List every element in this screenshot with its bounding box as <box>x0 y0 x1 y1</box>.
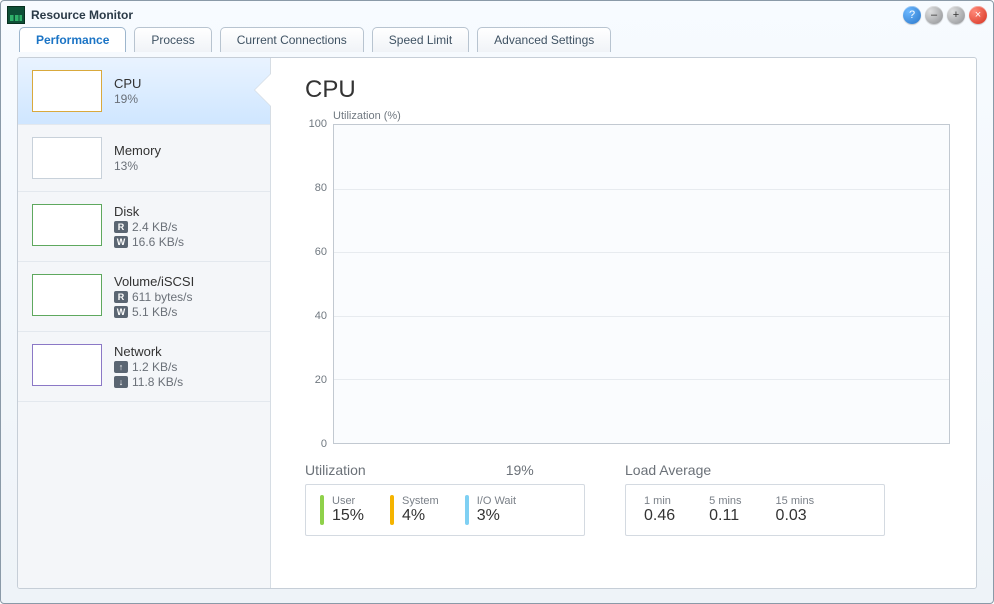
metric-io-wait: I/O Wait 3% <box>465 495 516 525</box>
upload-badge-icon: ↑ <box>114 361 128 373</box>
window-title: Resource Monitor <box>31 8 133 22</box>
memory-thumb-icon <box>32 137 102 179</box>
metric-system: System 4% <box>390 495 439 525</box>
metric-label: I/O Wait <box>477 495 516 507</box>
load-1min: 1 min 0.46 <box>644 495 675 525</box>
metric-value: 0.03 <box>776 507 815 525</box>
volume-write-value: 5.1 KB/s <box>132 305 177 319</box>
main-panel: CPU Utilization (%) 100 80 60 40 20 0 <box>271 58 976 588</box>
metric-label: User <box>332 495 364 507</box>
disk-write-value: 16.6 KB/s <box>132 235 184 249</box>
sidebar-item-label: Network <box>114 344 183 359</box>
disk-thumb-icon <box>32 204 102 246</box>
network-down-row: ↓ 11.8 KB/s <box>114 375 183 389</box>
metric-value: 15% <box>332 507 364 525</box>
utilization-box: User 15% System 4% <box>305 484 585 536</box>
read-badge-icon: R <box>114 291 128 303</box>
download-badge-icon: ↓ <box>114 376 128 388</box>
load-5min: 5 mins 0.11 <box>709 495 741 525</box>
disk-read-row: R 2.4 KB/s <box>114 220 184 234</box>
metric-label: 15 mins <box>776 495 815 507</box>
close-button[interactable]: × <box>969 6 987 24</box>
y-tick: 100 <box>309 118 327 130</box>
metric-label: 5 mins <box>709 495 741 507</box>
y-tick: 20 <box>315 374 327 386</box>
sidebar-item-network[interactable]: Network ↑ 1.2 KB/s ↓ 11.8 KB/s <box>18 332 270 402</box>
minimize-button[interactable]: – <box>925 6 943 24</box>
utilization-heading: Utilization <box>305 462 366 478</box>
load-average-heading: Load Average <box>625 462 711 478</box>
volume-write-row: W 5.1 KB/s <box>114 305 194 319</box>
sidebar-item-volume[interactable]: Volume/iSCSI R 611 bytes/s W 5.1 KB/s <box>18 262 270 332</box>
tab-label: Advanced Settings <box>494 33 594 47</box>
tab-current-connections[interactable]: Current Connections <box>220 27 364 52</box>
tab-bar: Performance Process Current Connections … <box>1 27 993 52</box>
sidebar-item-value: 19% <box>114 92 141 106</box>
y-tick: 80 <box>315 182 327 194</box>
titlebar: Resource Monitor ? – + × <box>1 1 993 29</box>
tab-advanced-settings[interactable]: Advanced Settings <box>477 27 611 52</box>
app-icon <box>7 6 25 24</box>
network-down-value: 11.8 KB/s <box>132 375 183 389</box>
sidebar-item-label: Volume/iSCSI <box>114 274 194 289</box>
sidebar-item-label: Memory <box>114 143 161 158</box>
help-button[interactable]: ? <box>903 6 921 24</box>
stats-row: Utilization 19% User 15% <box>305 462 950 536</box>
io-color-icon <box>465 495 469 525</box>
sidebar-item-label: Disk <box>114 204 184 219</box>
sidebar-item-memory[interactable]: Memory 13% <box>18 125 270 192</box>
user-color-icon <box>320 495 324 525</box>
network-up-row: ↑ 1.2 KB/s <box>114 360 183 374</box>
metric-value: 4% <box>402 507 439 525</box>
tab-label: Process <box>151 33 194 47</box>
disk-write-row: W 16.6 KB/s <box>114 235 184 249</box>
sidebar-item-label: CPU <box>114 76 141 91</box>
system-color-icon <box>390 495 394 525</box>
y-axis-ticks: 100 80 60 40 20 0 <box>305 124 331 444</box>
tab-speed-limit[interactable]: Speed Limit <box>372 27 469 52</box>
metric-value: 3% <box>477 507 516 525</box>
cpu-utilization-chart: 100 80 60 40 20 0 <box>305 124 950 444</box>
utilization-block: Utilization 19% User 15% <box>305 462 585 536</box>
metric-user: User 15% <box>320 495 364 525</box>
metric-label: System <box>402 495 439 507</box>
resource-monitor-window: Resource Monitor ? – + × Performance Pro… <box>0 0 994 604</box>
chart-y-axis-label: Utilization (%) <box>333 110 950 122</box>
volume-read-value: 611 bytes/s <box>132 290 192 304</box>
page-title: CPU <box>305 76 950 104</box>
write-badge-icon: W <box>114 236 128 248</box>
maximize-button[interactable]: + <box>947 6 965 24</box>
volume-read-row: R 611 bytes/s <box>114 290 194 304</box>
tab-label: Current Connections <box>237 33 347 47</box>
load-average-block: Load Average 1 min 0.46 5 mins 0.11 15 m… <box>625 462 885 536</box>
sidebar-item-disk[interactable]: Disk R 2.4 KB/s W 16.6 KB/s <box>18 192 270 262</box>
metric-value: 0.46 <box>644 507 675 525</box>
tab-label: Performance <box>36 33 109 47</box>
utilization-total: 19% <box>506 462 534 478</box>
tab-performance[interactable]: Performance <box>19 27 126 52</box>
disk-read-value: 2.4 KB/s <box>132 220 177 234</box>
write-badge-icon: W <box>114 306 128 318</box>
content-panel: CPU 19% Memory 13% Disk R 2.4 KB/s <box>17 57 977 589</box>
metric-value: 0.11 <box>709 507 741 525</box>
read-badge-icon: R <box>114 221 128 233</box>
y-tick: 0 <box>321 438 327 450</box>
y-tick: 40 <box>315 310 327 322</box>
tab-label: Speed Limit <box>389 33 452 47</box>
sidebar-item-value: 13% <box>114 159 161 173</box>
sidebar-item-cpu[interactable]: CPU 19% <box>18 58 270 125</box>
load-average-box: 1 min 0.46 5 mins 0.11 15 mins 0.03 <box>625 484 885 536</box>
network-up-value: 1.2 KB/s <box>132 360 177 374</box>
volume-thumb-icon <box>32 274 102 316</box>
tab-process[interactable]: Process <box>134 27 211 52</box>
network-thumb-icon <box>32 344 102 386</box>
sidebar: CPU 19% Memory 13% Disk R 2.4 KB/s <box>18 58 271 588</box>
load-15min: 15 mins 0.03 <box>776 495 815 525</box>
metric-label: 1 min <box>644 495 675 507</box>
cpu-thumb-icon <box>32 70 102 112</box>
chart-plot-area <box>333 124 950 444</box>
y-tick: 60 <box>315 246 327 258</box>
